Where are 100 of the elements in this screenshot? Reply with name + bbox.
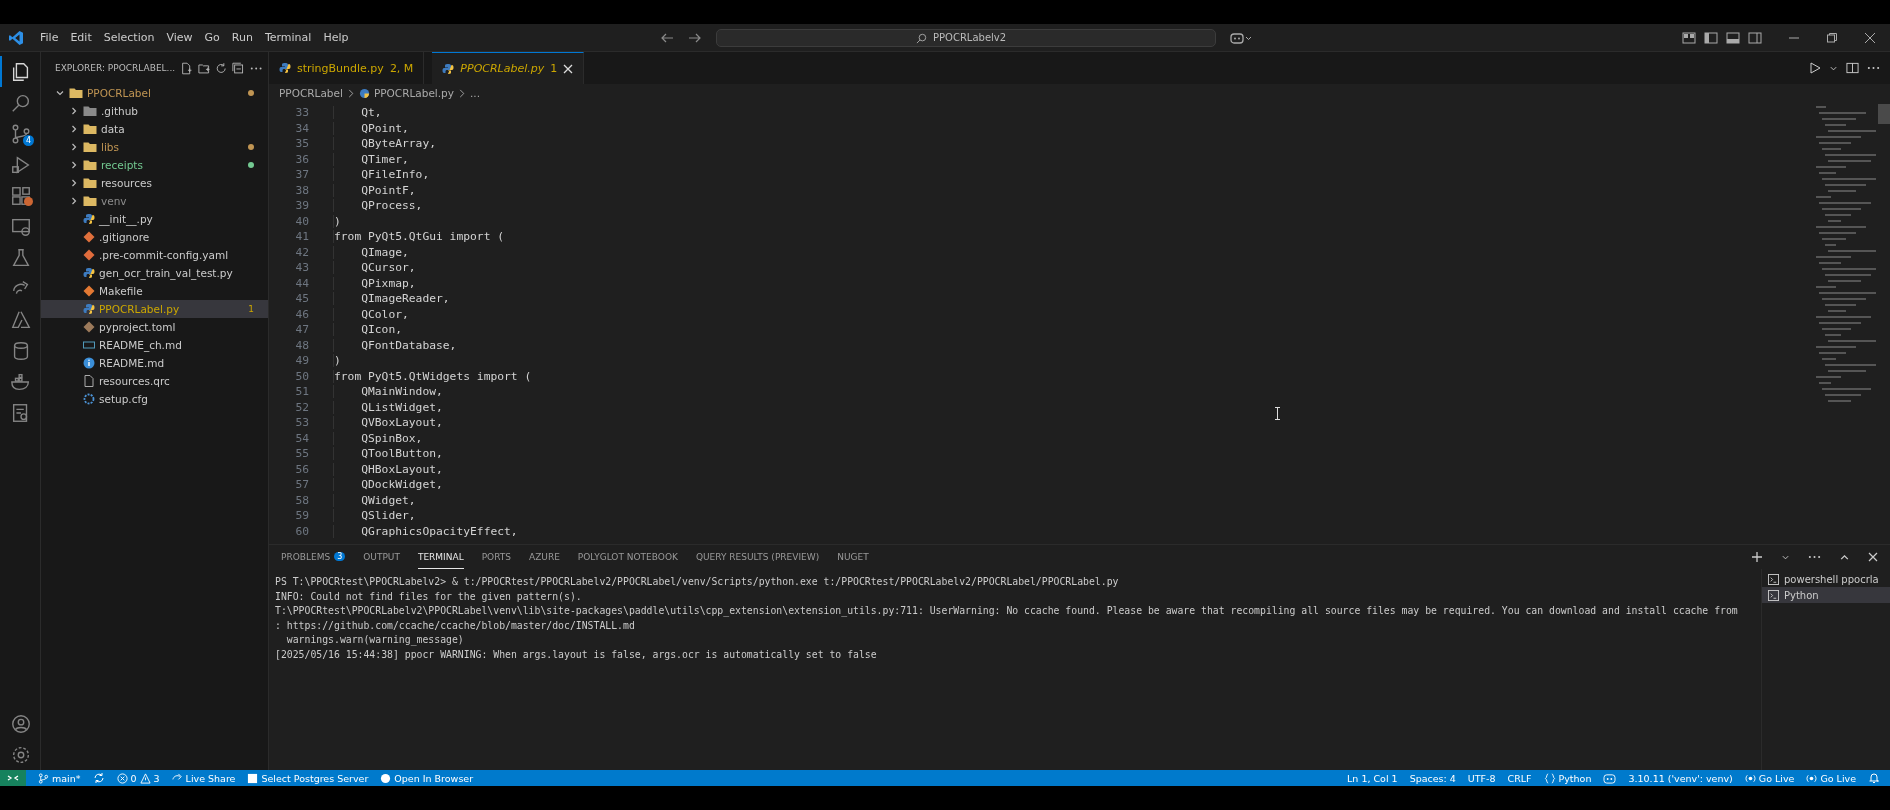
panel-tab[interactable]: PROBLEMS 3 — [281, 545, 346, 569]
status-item[interactable]: CRLF — [1507, 772, 1532, 784]
search-field[interactable]: PPOCRLabelv2 — [716, 28, 1216, 47]
terminal-name[interactable]: Python — [1784, 589, 1819, 601]
tree-item[interactable]: libs — [41, 138, 268, 156]
new-terminal-icon[interactable] — [1751, 551, 1763, 563]
forward-arrow-icon[interactable] — [688, 31, 702, 44]
tree-item[interactable]: .pre-commit-config.yaml — [41, 246, 268, 264]
menu-item[interactable]: Edit — [64, 31, 98, 44]
branch-icon[interactable] — [38, 772, 49, 784]
scrollbar-thumb[interactable] — [1878, 104, 1890, 124]
panel-tab[interactable]: AZURE — [529, 545, 560, 569]
menu-item[interactable]: Selection — [97, 31, 161, 44]
line-number: 52 — [294, 400, 309, 414]
status-item[interactable]: Select Postgres Server — [261, 772, 369, 784]
breadcrumb[interactable]: PPOCRLabel.py — [373, 87, 454, 99]
tab-title[interactable]: PPOCRLabel.py — [460, 62, 545, 75]
chevron-right-icon[interactable] — [69, 160, 79, 170]
terminal-name[interactable]: powershell ppocrla — [1784, 573, 1879, 585]
status-item[interactable]: Spaces: 4 — [1409, 772, 1456, 784]
error-count[interactable]: 0 — [130, 772, 137, 784]
status-item[interactable]: Go Live — [1758, 772, 1795, 784]
new-folder-icon[interactable] — [197, 61, 210, 75]
breadcrumb[interactable]: PPOCRLabel — [279, 87, 343, 99]
status-item[interactable]: 3.10.11 ('venv': venv) — [1628, 772, 1733, 784]
braces-icon[interactable] — [1543, 772, 1556, 784]
close-icon[interactable] — [1868, 552, 1878, 562]
menu-item[interactable]: Run — [225, 31, 259, 44]
close-icon[interactable] — [1864, 31, 1876, 44]
chevron-right-icon[interactable] — [69, 142, 79, 152]
tree-item[interactable]: pyproject.toml — [41, 318, 268, 336]
tree-item[interactable]: gen_ocr_train_val_test.py — [41, 264, 268, 282]
sync-icon[interactable] — [92, 772, 105, 784]
terminal-instance[interactable]: powershell ppocrla — [1762, 571, 1890, 587]
refresh-icon[interactable] — [214, 61, 228, 75]
panel-tab[interactable]: OUTPUT — [363, 545, 400, 569]
chevron-right-icon[interactable] — [69, 178, 79, 188]
chevron-right-icon[interactable] — [69, 196, 79, 206]
tree-item[interactable]: README.md — [41, 354, 268, 372]
breadcrumb[interactable]: ... — [470, 87, 480, 99]
copilot-icon[interactable] — [1603, 772, 1617, 784]
editor-tab[interactable]: PPOCRLabel.py 1 — [432, 52, 585, 84]
restore-icon[interactable] — [1826, 31, 1838, 44]
tree-item[interactable]: PPOCRLabel — [41, 84, 268, 102]
azure-icon[interactable] — [10, 308, 32, 331]
error-icon[interactable] — [116, 772, 128, 784]
copilot-icon[interactable] — [1230, 30, 1252, 45]
notifications-icon[interactable] — [1868, 772, 1880, 784]
flask-icon[interactable] — [10, 246, 32, 269]
menu-item[interactable]: File — [34, 31, 65, 44]
status-item[interactable]: Live Share — [185, 772, 236, 784]
status-item[interactable]: Open In Browser — [394, 772, 474, 784]
tree-item[interactable]: resources.qrc — [41, 372, 268, 390]
tree-item[interactable]: README_ch.md — [41, 336, 268, 354]
chevron-right-icon[interactable] — [69, 106, 79, 116]
tab-title[interactable]: stringBundle.py — [297, 61, 384, 75]
status-item[interactable]: Python — [1558, 772, 1592, 784]
split-editor-icon[interactable] — [1846, 62, 1859, 74]
tree-item[interactable]: .gitignore — [41, 228, 268, 246]
tree-item[interactable]: .github — [41, 102, 268, 120]
layout-icon[interactable] — [1682, 31, 1696, 44]
panel-tab[interactable]: NUGET — [837, 545, 869, 569]
tree-item[interactable]: venv — [41, 192, 268, 210]
menu-item[interactable]: Terminal — [258, 31, 318, 44]
tree-item[interactable]: Makefile — [41, 282, 268, 300]
status-item[interactable]: Go Live — [1820, 772, 1856, 784]
tree-item[interactable]: data — [41, 120, 268, 138]
panel-tab[interactable]: TERMINAL — [417, 545, 464, 569]
warning-icon[interactable] — [139, 772, 151, 784]
tree-item[interactable]: resources — [41, 174, 268, 192]
panel-tab[interactable]: QUERY RESULTS (PREVIEW) — [695, 545, 820, 569]
menu-item[interactable]: View — [160, 31, 199, 44]
terminal-instance[interactable]: Python — [1762, 587, 1890, 603]
chevron-down-icon[interactable] — [55, 88, 65, 98]
back-arrow-icon[interactable] — [660, 31, 674, 44]
status-item[interactable]: UTF-8 — [1467, 772, 1496, 784]
tree-item[interactable]: PPOCRLabel.py 1 — [41, 300, 268, 318]
broadcast-icon[interactable] — [1744, 772, 1756, 784]
file-name: README.md — [99, 357, 166, 369]
tree-item[interactable]: setup.cfg — [41, 390, 268, 408]
tree-item[interactable]: receipts — [41, 156, 268, 174]
panel-tab[interactable]: PORTS — [481, 545, 511, 569]
status-item[interactable]: main* — [52, 772, 81, 784]
activity-bar-item[interactable]: 4 — [0, 118, 40, 149]
close-tab-icon[interactable] — [563, 63, 574, 74]
new-file-icon[interactable] — [180, 61, 193, 75]
extensions-icon[interactable] — [10, 184, 32, 207]
broadcast-icon[interactable] — [1806, 772, 1818, 784]
menu-item[interactable]: Go — [198, 31, 226, 44]
collapse-all-icon[interactable] — [232, 61, 245, 75]
secondary-sidebar-icon[interactable] — [1748, 31, 1762, 44]
tree-item[interactable]: __init__.py — [41, 210, 268, 228]
status-item[interactable]: Ln 1, Col 1 — [1347, 772, 1398, 784]
menu-item[interactable]: Help — [317, 31, 355, 44]
panel-toggle-icon[interactable] — [1726, 31, 1740, 44]
panel-tab[interactable]: POLYGLOT NOTEBOOK — [577, 545, 678, 569]
chevron-right-icon[interactable] — [69, 124, 79, 134]
sidebar-toggle-icon[interactable] — [1704, 31, 1718, 44]
run-icon[interactable] — [1809, 62, 1821, 74]
warning-count[interactable]: 3 — [153, 772, 160, 784]
